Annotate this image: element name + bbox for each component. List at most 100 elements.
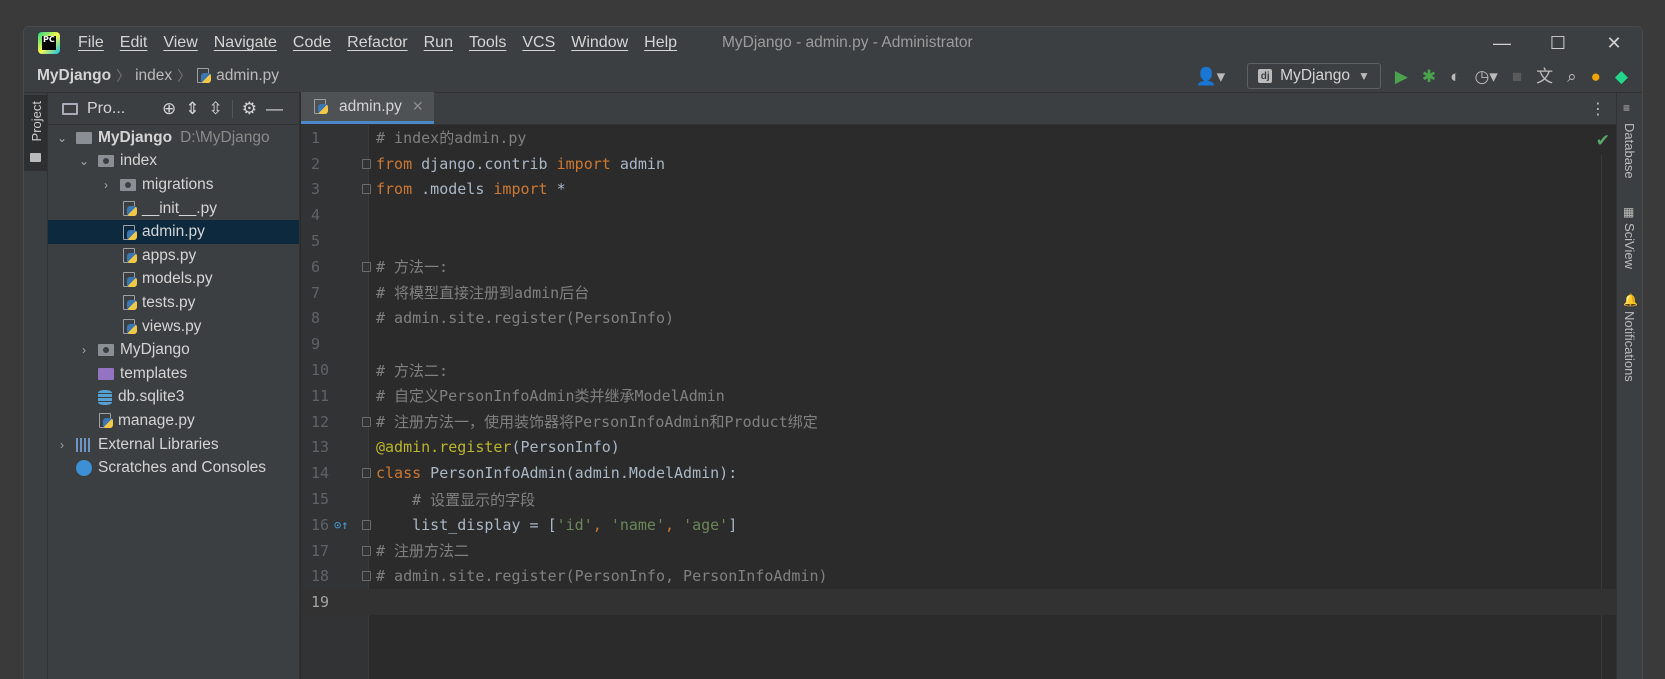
menu-bar: File Edit View Navigate Code Refactor Ru…: [70, 34, 685, 52]
code-line[interactable]: 7 # 将模型直接注册到admin后台: [301, 280, 1616, 306]
sciview-tool-tab[interactable]: SciView: [1622, 223, 1637, 269]
run-icon[interactable]: ▶: [1395, 68, 1408, 85]
maximize-button[interactable]: ☐: [1530, 27, 1586, 59]
fold-marker-icon[interactable]: [362, 545, 371, 556]
window-title: MyDjango - admin.py - Administrator: [722, 34, 973, 51]
menu-help[interactable]: Help: [636, 34, 685, 52]
fold-marker-icon[interactable]: [362, 158, 371, 169]
menu-file[interactable]: File: [70, 34, 112, 52]
tree-item[interactable]: views.py: [48, 315, 299, 339]
menu-tools[interactable]: Tools: [461, 34, 514, 52]
tree-item[interactable]: › MyDjango: [48, 338, 299, 362]
stop-icon[interactable]: ■: [1512, 68, 1522, 85]
code-line-current[interactable]: 19: [301, 589, 1616, 616]
tree-item[interactable]: models.py: [48, 268, 299, 292]
python-file-icon: [122, 271, 137, 287]
locate-icon[interactable]: ⊕: [162, 100, 176, 117]
tree-item[interactable]: ⌄ MyDjango D:\MyDjango: [48, 126, 299, 150]
fold-marker-icon[interactable]: [362, 184, 371, 195]
code-line[interactable]: 5: [301, 228, 1616, 254]
chevron-right-icon[interactable]: ›: [54, 438, 70, 452]
tree-item[interactable]: › External Libraries: [48, 433, 299, 457]
tree-item[interactable]: ⌄ index: [48, 150, 299, 174]
chevron-down-icon[interactable]: ⌄: [76, 154, 92, 168]
hide-icon[interactable]: —: [266, 100, 283, 117]
code-editor[interactable]: ✔ 1 # index的admin.py 2 from django.contr…: [301, 125, 1616, 679]
project-tool-tab[interactable]: Project: [24, 95, 47, 171]
menu-run[interactable]: Run: [416, 34, 461, 52]
code-line[interactable]: 18 # admin.site.register(PersonInfo, Per…: [301, 564, 1616, 590]
menu-window[interactable]: Window: [563, 34, 636, 52]
project-panel-title[interactable]: Pro...: [87, 100, 153, 118]
chevron-down-icon[interactable]: ⌄: [54, 131, 70, 145]
menu-code[interactable]: Code: [285, 34, 339, 52]
code-line[interactable]: 2 from django.contrib import admin: [301, 151, 1616, 177]
code-line[interactable]: 14 class PersonInfoAdmin(admin.ModelAdmi…: [301, 460, 1616, 486]
fold-marker-icon[interactable]: [362, 261, 371, 272]
chevron-right-icon[interactable]: ›: [76, 343, 92, 357]
code-line[interactable]: 6 # 方法一:: [301, 254, 1616, 280]
folder-icon: [76, 131, 92, 144]
code-line[interactable]: 10 # 方法二:: [301, 357, 1616, 383]
code-line[interactable]: 12 # 注册方法一，使用装饰器将PersonInfoAdmin和Product…: [301, 409, 1616, 435]
python-file-icon: [122, 224, 137, 240]
code-line[interactable]: 13 @admin.register(PersonInfo): [301, 435, 1616, 461]
code-line[interactable]: 16 ⊙↑ list_display = ['id', 'name', 'age…: [301, 512, 1616, 538]
breadcrumb-file[interactable]: admin.py: [216, 67, 279, 85]
collapse-all-icon[interactable]: ⇳: [209, 100, 223, 117]
libraries-icon: [76, 437, 92, 452]
expand-all-icon[interactable]: ⇕: [185, 100, 199, 117]
editor-tab-admin[interactable]: admin.py ✕: [301, 92, 434, 124]
tree-item[interactable]: db.sqlite3: [48, 386, 299, 410]
tree-item[interactable]: manage.py: [48, 409, 299, 433]
user-dropdown-icon[interactable]: 👤▾: [1195, 68, 1225, 85]
menu-navigate[interactable]: Navigate: [206, 34, 285, 52]
menu-view[interactable]: View: [155, 34, 205, 52]
breadcrumb-folder[interactable]: index: [135, 67, 172, 85]
code-line[interactable]: 11 # 自定义PersonInfoAdmin类并继承ModelAdmin: [301, 383, 1616, 409]
project-panel-header: Pro... ⊕ ⇕ ⇳ ⚙ —: [48, 93, 299, 125]
chevron-right-icon[interactable]: ›: [98, 178, 114, 192]
tree-item[interactable]: apps.py: [48, 244, 299, 268]
menu-edit[interactable]: Edit: [112, 34, 156, 52]
bell-icon: 🔔: [1623, 293, 1638, 307]
code-line[interactable]: 1 # index的admin.py: [301, 125, 1616, 151]
close-tab-icon[interactable]: ✕: [412, 98, 424, 115]
minimize-button[interactable]: —: [1474, 27, 1530, 59]
debug-icon[interactable]: ✱: [1422, 68, 1436, 85]
tree-item[interactable]: › migrations: [48, 173, 299, 197]
notifications-tool-tab[interactable]: Notifications: [1622, 311, 1637, 382]
fold-marker-icon[interactable]: [362, 571, 371, 582]
templates-folder-icon: [98, 367, 114, 380]
code-line[interactable]: 4: [301, 202, 1616, 228]
code-line[interactable]: 17 # 注册方法二: [301, 538, 1616, 564]
profile-icon[interactable]: ◷▾: [1474, 68, 1497, 85]
code-line[interactable]: 3 from .models import *: [301, 177, 1616, 203]
override-marker-icon[interactable]: ⊙↑: [334, 518, 348, 532]
tree-item[interactable]: templates: [48, 362, 299, 386]
gear-icon[interactable]: ⚙: [242, 100, 257, 117]
tree-item-selected[interactable]: admin.py: [48, 220, 299, 244]
divider: [231, 99, 233, 118]
fold-marker-icon[interactable]: [362, 416, 371, 427]
more-vertical-icon[interactable]: ⋮: [1590, 99, 1606, 119]
update-icon[interactable]: ●: [1591, 68, 1601, 85]
translate-icon[interactable]: 文: [1536, 68, 1553, 85]
tree-item[interactable]: tests.py: [48, 291, 299, 315]
code-line[interactable]: 15 # 设置显示的字段: [301, 486, 1616, 512]
fold-marker-icon[interactable]: [362, 519, 371, 530]
coverage-icon[interactable]: ◐: [1450, 68, 1460, 85]
tree-item[interactable]: Scratches and Consoles: [48, 456, 299, 480]
fold-marker-icon[interactable]: [362, 468, 371, 479]
plugin-logo-icon[interactable]: ◆: [1615, 68, 1628, 85]
run-config-selector[interactable]: dj MyDjango ▼: [1247, 63, 1381, 89]
tree-item[interactable]: __init__.py: [48, 197, 299, 221]
menu-vcs[interactable]: VCS: [514, 34, 563, 52]
code-line[interactable]: 9: [301, 331, 1616, 357]
code-line[interactable]: 8 # admin.site.register(PersonInfo): [301, 306, 1616, 332]
search-icon[interactable]: ⌕: [1567, 68, 1577, 85]
menu-refactor[interactable]: Refactor: [339, 34, 415, 52]
breadcrumb-project[interactable]: MyDjango: [37, 67, 111, 85]
database-tool-tab[interactable]: Database: [1622, 123, 1637, 179]
close-button[interactable]: ✕: [1586, 27, 1642, 59]
